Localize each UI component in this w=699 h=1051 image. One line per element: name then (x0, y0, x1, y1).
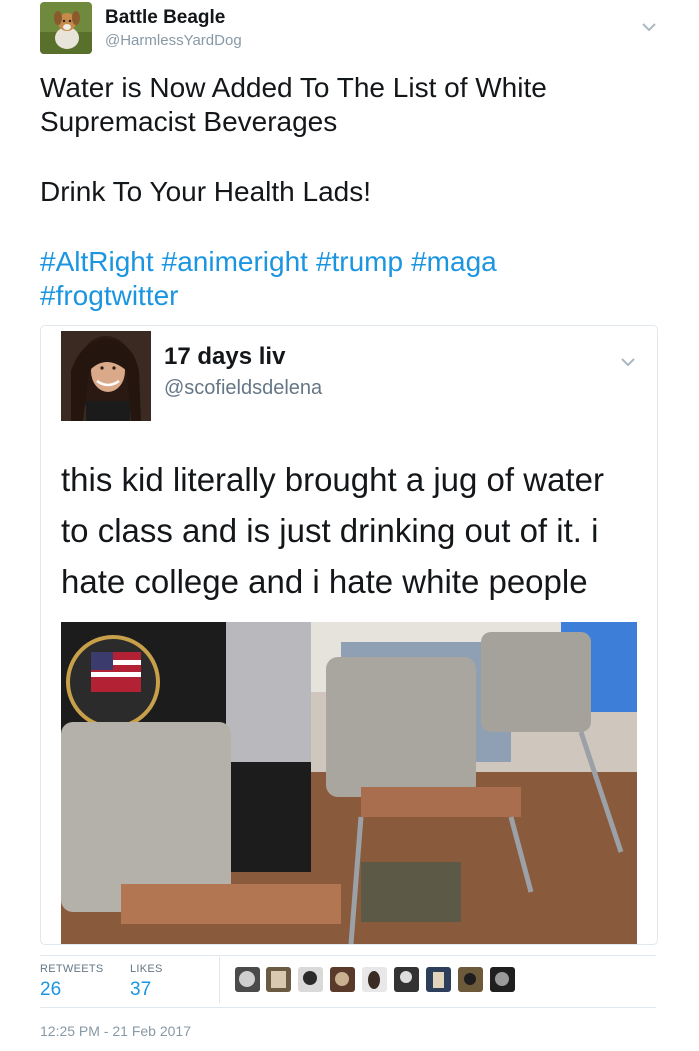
quoted-handle[interactable]: @scofieldsdelena (164, 377, 322, 400)
retweets-label: RETWEETS (40, 963, 104, 975)
liker-avatar[interactable] (266, 967, 291, 992)
stats-divider-top (40, 955, 656, 956)
hashtag-link[interactable]: #AltRight (40, 246, 154, 277)
hashtag-link[interactable]: #frogtwitter (40, 280, 179, 311)
quoted-photo[interactable] (61, 622, 637, 944)
likes-count[interactable]: 37 (130, 979, 151, 1001)
hashtag-link[interactable]: #animeright (162, 246, 308, 277)
author-handle[interactable]: @HarmlessYardDog (105, 32, 242, 49)
likes-label: LIKES (130, 963, 163, 975)
tweet-text-line: Water is Now Added To The List of White (40, 72, 547, 103)
liker-avatar[interactable] (362, 967, 387, 992)
tweet-text-line: Supremacist Beverages (40, 106, 338, 137)
quoted-avatar[interactable] (61, 331, 151, 421)
retweets-count[interactable]: 26 (40, 979, 61, 1001)
quoted-text-line: to class and is just drinking out of it.… (61, 512, 599, 549)
liker-avatar[interactable] (394, 967, 419, 992)
hashtag-list: #AltRight #animeright #trump #maga #frogtwit… (40, 245, 640, 313)
quoted-name[interactable]: 17 days liv (164, 343, 285, 371)
quoted-tweet-card[interactable]: 17 days liv @scofieldsdelena this kid li… (40, 325, 658, 945)
liker-avatar[interactable] (490, 967, 515, 992)
chevron-down-icon[interactable] (620, 355, 636, 367)
liker-avatar[interactable] (426, 967, 451, 992)
quoted-text-line: hate college and i hate white people (61, 563, 588, 600)
liker-avatar[interactable] (458, 967, 483, 992)
author-avatar[interactable] (40, 2, 92, 54)
hashtag-link[interactable]: #maga (411, 246, 497, 277)
tweet-timestamp[interactable]: 12:25 PM - 21 Feb 2017 (40, 1023, 191, 1039)
liker-avatar[interactable] (330, 967, 355, 992)
stats-divider-bottom (40, 1007, 656, 1008)
tweet-text-line: Drink To Your Health Lads! (40, 176, 372, 207)
hashtag-link[interactable]: #trump (316, 246, 403, 277)
quoted-text-line: this kid literally brought a jug of wate… (61, 461, 604, 498)
stats-separator (219, 957, 220, 1003)
author-name[interactable]: Battle Beagle (105, 7, 225, 29)
liker-avatar[interactable] (298, 967, 323, 992)
chevron-down-icon[interactable] (641, 20, 657, 32)
liker-avatar[interactable] (235, 967, 260, 992)
